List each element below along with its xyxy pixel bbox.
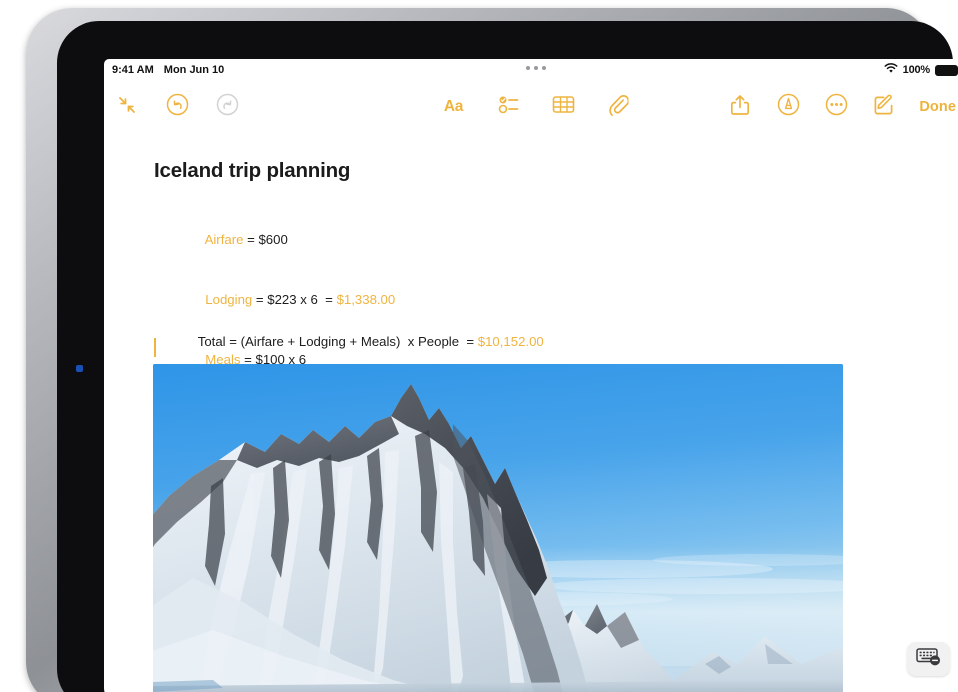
compose-button[interactable] — [871, 94, 897, 120]
redo-button[interactable] — [214, 93, 240, 121]
more-ellipsis-circle-icon — [825, 93, 848, 121]
device-screen: 9:41 AM Mon Jun 10 100% Aa Done Iceland … — [104, 59, 958, 692]
computed-result: $1,338.00 — [336, 292, 396, 307]
keyboard-dismiss-icon — [916, 647, 941, 671]
variable-name: Lodging — [205, 292, 253, 307]
toolbar-center-group: Aa — [441, 83, 632, 131]
attachment-button[interactable] — [606, 94, 632, 120]
aa-format-icon: Aa — [443, 98, 464, 115]
handle-dot — [542, 66, 546, 70]
text-cursor — [154, 338, 156, 357]
compose-pencil-square-icon — [873, 94, 895, 121]
expression-text: = $223 x 6 = — [252, 292, 337, 307]
device-bezel: 9:41 AM Mon Jun 10 100% Aa Done Iceland … — [57, 21, 958, 692]
more-button[interactable] — [823, 93, 849, 121]
handle-dot — [526, 66, 530, 70]
note-body[interactable]: Iceland trip planning Airfare = $600 Lod… — [104, 131, 958, 692]
status-bar: 9:41 AM Mon Jun 10 100% — [104, 59, 958, 83]
status-time: 9:41 AM — [112, 64, 154, 76]
share-button[interactable] — [727, 94, 753, 120]
paperclip-icon — [609, 94, 630, 121]
total-result: $10,152.00 — [477, 334, 544, 349]
battery-full-icon — [935, 64, 958, 76]
note-toolbar: Aa Done — [104, 83, 958, 131]
table-button[interactable] — [551, 94, 577, 120]
toolbar-left-group — [114, 83, 240, 131]
battery-percent-label: 100% — [902, 64, 931, 76]
wifi-icon — [884, 63, 898, 77]
screenshot-root: 9:41 AM Mon Jun 10 100% Aa Done Iceland … — [0, 0, 958, 692]
device-frame: 9:41 AM Mon Jun 10 100% Aa Done Iceland … — [26, 8, 958, 692]
mountain-photo[interactable] — [153, 364, 843, 692]
share-icon — [730, 94, 750, 121]
variable-name: Airfare — [204, 232, 244, 247]
markup-button[interactable] — [775, 93, 801, 121]
multitasking-handle[interactable] — [526, 66, 546, 70]
note-total-line[interactable]: Total = (Airfare + Lodging + Meals) x Pe… — [154, 319, 544, 364]
undo-button[interactable] — [164, 93, 190, 121]
hide-keyboard-button[interactable] — [907, 642, 950, 676]
status-date: Mon Jun 10 — [163, 64, 225, 76]
collapse-button[interactable] — [114, 94, 140, 120]
mountain-photo-graphic — [153, 364, 843, 692]
format-button[interactable]: Aa — [441, 94, 467, 120]
expression-text: = $600 — [243, 232, 288, 247]
undo-icon — [166, 93, 189, 121]
checklist-icon — [498, 95, 519, 119]
status-bar-right: 100% — [884, 63, 958, 77]
note-title[interactable]: Iceland trip planning — [154, 159, 350, 183]
redo-icon — [216, 93, 239, 121]
done-button[interactable]: Done — [919, 99, 956, 115]
markup-pen-circle-icon — [777, 93, 800, 121]
toolbar-right-group: Done — [727, 83, 956, 131]
note-line[interactable]: Airfare = $600 — [154, 210, 395, 270]
bezel-indicator-dot — [76, 365, 83, 372]
handle-dot — [534, 66, 538, 70]
table-icon — [552, 95, 575, 119]
total-expression: Total = (Airfare + Lodging + Meals) x Pe… — [197, 334, 478, 349]
collapse-arrows-icon — [116, 94, 138, 121]
status-bar-left: 9:41 AM Mon Jun 10 — [112, 64, 224, 76]
checklist-button[interactable] — [496, 94, 522, 120]
